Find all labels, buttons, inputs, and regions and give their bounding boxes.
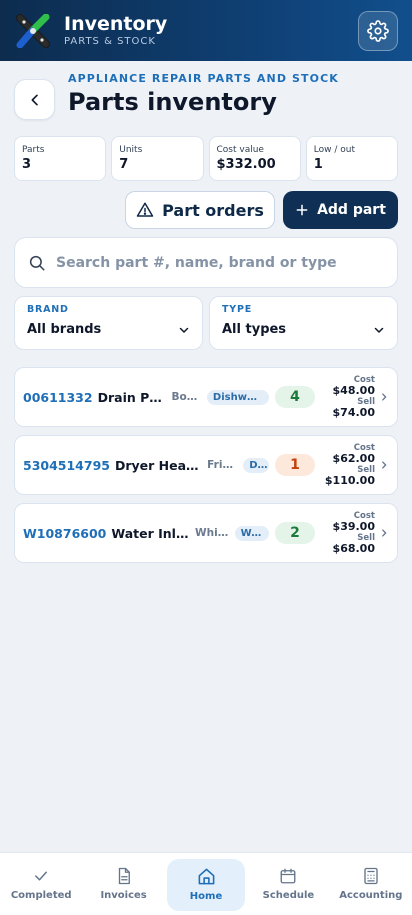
chevron-down-icon xyxy=(374,327,384,333)
search-input[interactable] xyxy=(56,254,376,271)
app-title: Inventory xyxy=(64,13,168,35)
stat-label: Units xyxy=(119,145,143,155)
part-name: Water Inlet... xyxy=(111,525,189,541)
stat-cost-value: Cost value $332.00 xyxy=(208,136,301,181)
stat-value: 1 xyxy=(313,157,323,172)
search-icon xyxy=(29,255,45,270)
page-title: Parts inventory xyxy=(68,88,277,116)
quantity-badge: 2 xyxy=(275,522,315,544)
stat-label: Parts xyxy=(22,145,45,155)
brand-filter-label: BRAND xyxy=(27,304,69,315)
nav-schedule[interactable]: Schedule xyxy=(247,853,329,915)
quantity-badge: 4 xyxy=(274,386,315,408)
chevron-right-icon xyxy=(382,529,387,537)
part-name: Drain Pu... xyxy=(97,389,166,405)
calculator-icon xyxy=(364,867,378,885)
stat-label: Low / out xyxy=(313,145,355,155)
gear-icon xyxy=(367,19,389,42)
part-type-badge: Wa... xyxy=(234,525,269,541)
calendar-icon xyxy=(280,868,296,884)
app-header: Inventory PARTS & STOCK xyxy=(0,0,412,61)
type-filter-label: TYPE xyxy=(222,304,253,315)
nav-label: Schedule xyxy=(262,890,315,901)
app-subtitle: PARTS & STOCK xyxy=(64,36,156,47)
cost-value: $39.00 xyxy=(332,520,375,533)
nav-label: Completed xyxy=(10,890,72,901)
part-number: W10876600 xyxy=(23,525,107,541)
page-eyebrow: APPLIANCE REPAIR PARTS AND STOCK xyxy=(68,72,339,85)
home-icon xyxy=(198,868,214,884)
cost-value: $48.00 xyxy=(332,384,375,397)
stat-value: 3 xyxy=(22,157,32,172)
chevron-right-icon xyxy=(382,393,387,401)
part-name: Dryer Heatin... xyxy=(114,457,201,473)
part-number: 5304514795 xyxy=(23,457,110,473)
settings-button[interactable] xyxy=(358,10,398,51)
app-logo-icon xyxy=(16,13,50,48)
check-icon xyxy=(35,871,48,881)
plus-icon xyxy=(296,204,308,216)
add-part-label: Add part xyxy=(317,202,386,218)
nav-home[interactable]: Home xyxy=(165,853,247,915)
back-button[interactable] xyxy=(14,79,55,120)
part-orders-button[interactable]: Part orders xyxy=(125,191,275,229)
stat-low-out: Low / out 1 xyxy=(305,136,398,181)
part-row[interactable]: W10876600 Water Inlet... Whirl... Wa... … xyxy=(14,503,398,563)
nav-accounting[interactable]: Accounting xyxy=(330,853,412,915)
part-brand: Frigi... xyxy=(207,459,238,471)
chevron-right-icon xyxy=(382,461,387,469)
brand-filter-value: All brands xyxy=(27,322,102,337)
type-filter-value: All types xyxy=(222,322,287,337)
stat-parts: Parts 3 xyxy=(14,136,107,181)
nav-label: Accounting xyxy=(339,890,403,901)
cost-value: $62.00 xyxy=(332,452,375,465)
stat-value: 7 xyxy=(119,157,129,172)
chevron-left-icon xyxy=(31,94,38,105)
part-prices: Cost $48.00 Sell $74.00 xyxy=(319,375,375,419)
stat-units: Units 7 xyxy=(111,136,204,181)
part-brand: Whirl... xyxy=(195,527,230,539)
part-prices: Cost $39.00 Sell $68.00 xyxy=(319,511,375,555)
part-row[interactable]: 00611332 Drain Pu... Bos... Dishwash... … xyxy=(14,367,398,427)
sell-value: $68.00 xyxy=(332,542,375,555)
part-number: 00611332 xyxy=(23,389,93,405)
part-prices: Cost $62.00 Sell $110.00 xyxy=(319,443,375,487)
part-brand: Bos... xyxy=(171,391,202,403)
type-filter[interactable]: TYPE All types xyxy=(209,296,398,350)
brand-filter[interactable]: BRAND All brands xyxy=(14,296,203,350)
part-row[interactable]: 5304514795 Dryer Heatin... Frigi... D...… xyxy=(14,435,398,495)
warning-icon xyxy=(136,202,154,217)
sell-value: $74.00 xyxy=(332,406,375,419)
bottom-nav: Completed Invoices Home Schedule Account… xyxy=(0,852,412,915)
nav-invoices[interactable]: Invoices xyxy=(82,853,164,915)
search-box xyxy=(14,237,398,288)
nav-label: Home xyxy=(189,890,223,902)
nav-label: Invoices xyxy=(100,890,147,901)
document-icon xyxy=(118,867,130,885)
chevron-down-icon xyxy=(179,327,189,333)
add-part-button[interactable]: Add part xyxy=(283,191,398,229)
stat-value: $332.00 xyxy=(216,157,276,172)
quantity-badge: 1 xyxy=(275,454,315,476)
part-type-badge: Dishwash... xyxy=(206,389,269,405)
part-type-badge: D... xyxy=(243,457,269,473)
stats-row: Parts 3 Units 7 Cost value $332.00 Low /… xyxy=(14,136,398,181)
stat-label: Cost value xyxy=(216,145,264,155)
sell-value: $110.00 xyxy=(324,474,375,487)
part-orders-label: Part orders xyxy=(162,200,264,220)
nav-completed[interactable]: Completed xyxy=(0,853,82,915)
